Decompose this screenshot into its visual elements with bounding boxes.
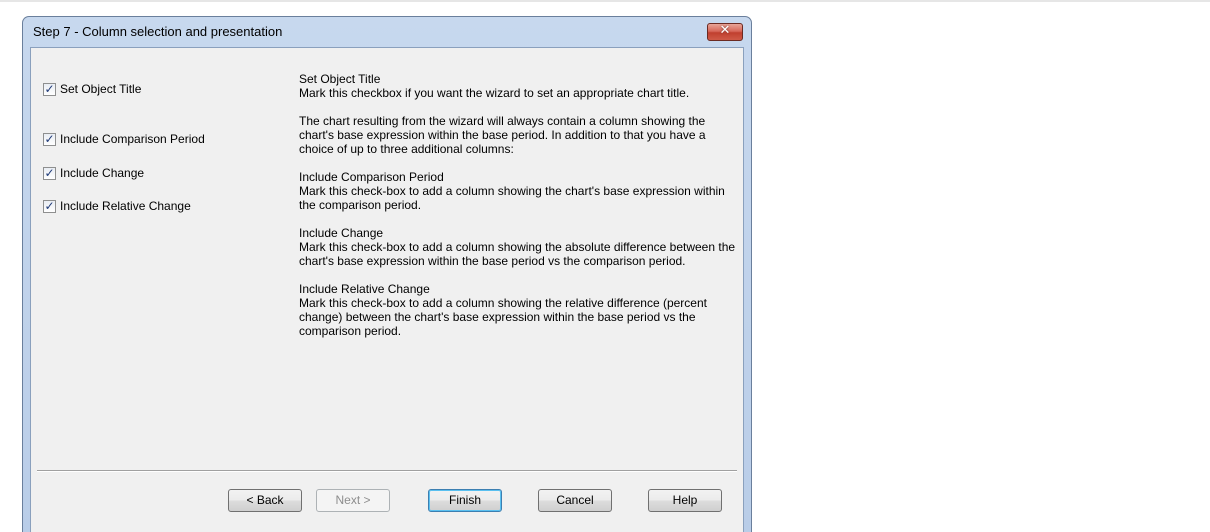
help-text-change: Mark this check-box to add a column show… <box>299 240 736 268</box>
title-bar[interactable]: Step 7 - Column selection and presentati… <box>23 17 751 47</box>
check-icon: ✓ <box>44 131 55 146</box>
checkbox-label: Set Object Title <box>60 82 142 96</box>
check-icon: ✓ <box>44 165 55 180</box>
help-button[interactable]: Help <box>648 489 722 512</box>
checkbox-label: Include Relative Change <box>60 199 191 213</box>
footer-separator <box>37 470 737 472</box>
check-icon: ✓ <box>44 198 55 213</box>
help-intro-text: The chart resulting from the wizard will… <box>299 114 706 156</box>
dialog-client-area: ✓ Set Object Title ✓ Include Comparison … <box>30 47 744 532</box>
close-icon: ✕ <box>719 23 731 38</box>
checkbox-box[interactable]: ✓ <box>43 81 56 96</box>
page-top-border <box>0 0 1210 2</box>
help-heading-change: Include Change <box>299 226 384 240</box>
wizard-dialog: Step 7 - Column selection and presentati… <box>22 16 752 532</box>
set-object-title-checkbox[interactable]: ✓ Set Object Title <box>43 81 141 97</box>
help-heading-relative: Include Relative Change <box>299 282 430 296</box>
back-button[interactable]: < Back <box>228 489 302 512</box>
include-relative-change-checkbox[interactable]: ✓ Include Relative Change <box>43 198 191 214</box>
next-button[interactable]: Next > <box>316 489 390 512</box>
help-text-set-title: Mark this checkbox if you want the wizar… <box>299 86 690 100</box>
checkbox-box[interactable]: ✓ <box>43 131 56 146</box>
include-comparison-period-checkbox[interactable]: ✓ Include Comparison Period <box>43 131 205 147</box>
help-text-panel: Set Object Title Mark this checkbox if y… <box>299 72 739 352</box>
help-heading-comparison: Include Comparison Period <box>299 170 444 184</box>
checkbox-box[interactable]: ✓ <box>43 198 56 213</box>
help-text-comparison: Mark this check-box to add a column show… <box>299 184 725 212</box>
checkbox-label: Include Comparison Period <box>60 132 205 146</box>
finish-button[interactable]: Finish <box>428 489 502 512</box>
help-heading-set-title: Set Object Title <box>299 72 381 86</box>
help-text-relative: Mark this check-box to add a column show… <box>299 296 707 338</box>
dialog-title: Step 7 - Column selection and presentati… <box>33 24 283 39</box>
checkbox-box[interactable]: ✓ <box>43 165 56 180</box>
close-button[interactable]: ✕ <box>707 23 743 41</box>
include-change-checkbox[interactable]: ✓ Include Change <box>43 165 144 181</box>
checkbox-label: Include Change <box>60 166 145 180</box>
check-icon: ✓ <box>44 81 55 96</box>
cancel-button[interactable]: Cancel <box>538 489 612 512</box>
